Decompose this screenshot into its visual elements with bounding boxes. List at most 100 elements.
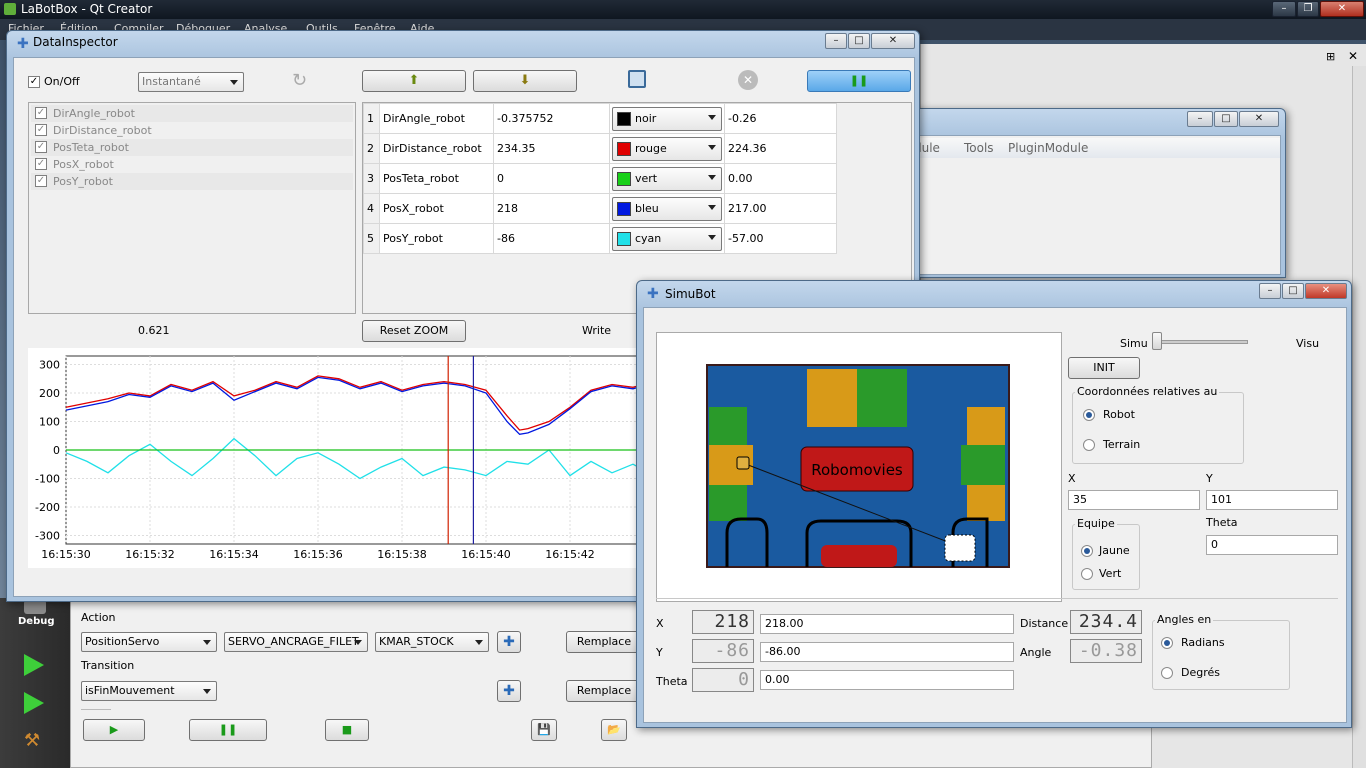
table-row[interactable]: 2 DirDistance_robot 234.35 rouge 224.36 (363, 133, 837, 164)
cell-color[interactable]: noir (609, 103, 725, 134)
cell-color[interactable]: bleu (609, 193, 725, 224)
remplace-transition-button[interactable]: Remplace (566, 680, 642, 702)
angle-lcd: -0.38 (1070, 639, 1142, 663)
bg-close-button[interactable]: ✕ (1239, 111, 1279, 127)
game-board[interactable]: Robomovies (657, 333, 1063, 603)
color-combo[interactable]: vert (612, 166, 722, 191)
bg-maximize-button[interactable]: □ (1214, 111, 1238, 127)
signal-list-item[interactable]: ✓ PosY_robot (31, 173, 353, 190)
servo-combo[interactable]: SERVO_ANCRAGE_FILET (224, 632, 368, 652)
x-input[interactable]: 35 (1068, 490, 1200, 510)
color-combo[interactable]: cyan (612, 226, 722, 251)
jaune-radio-label: Jaune (1099, 544, 1130, 557)
refresh-icon[interactable]: ↻ (292, 70, 307, 91)
signal-checkbox[interactable]: ✓ (35, 141, 47, 153)
cell-color[interactable]: vert (609, 163, 725, 194)
play-button[interactable]: ▶ (83, 719, 145, 741)
add-action-button[interactable]: ✚ (497, 631, 521, 653)
stop-button[interactable]: ■ (325, 719, 369, 741)
signal-list-item[interactable]: ✓ PosTeta_robot (31, 139, 353, 156)
cell-value: -86 (493, 223, 610, 254)
bg-menu-pluginmodule[interactable]: PluginModule (1008, 141, 1088, 155)
signal-checkbox[interactable]: ✓ (35, 124, 47, 136)
simubot-window: ✚ SimuBot – □ ✕ Robomovies Simu Visu INI… (636, 280, 1352, 728)
di-minimize-button[interactable]: – (825, 33, 847, 49)
pause-plot-button[interactable]: ❚❚ (807, 70, 911, 92)
jaune-radio[interactable] (1081, 545, 1093, 557)
run-icon[interactable] (24, 654, 44, 676)
signal-checkbox[interactable]: ✓ (35, 175, 47, 187)
split-icon[interactable]: ⊞ (1326, 50, 1335, 63)
zone-yellow-right (967, 407, 1005, 445)
move-up-button[interactable]: ⬆ (362, 70, 466, 92)
cell-color[interactable]: rouge (609, 133, 725, 164)
board-view[interactable]: Robomovies (656, 332, 1062, 602)
robot-radio[interactable] (1083, 409, 1095, 421)
signal-list-item[interactable]: ✓ PosX_robot (31, 156, 353, 173)
cell-cursor: 224.36 (724, 133, 837, 164)
theta-input[interactable]: 0 (1206, 535, 1338, 555)
bg-menu-tools[interactable]: Tools (964, 141, 994, 155)
kmar-combo[interactable]: KMAR_STOCK (375, 632, 489, 652)
color-combo[interactable]: noir (612, 106, 722, 131)
y-tick-label: 0 (53, 444, 60, 457)
equipe-group: Equipe Jaune Vert (1072, 517, 1140, 590)
degres-radio[interactable] (1161, 667, 1173, 679)
onoff-checkbox[interactable]: ✓ (28, 76, 40, 88)
vert-radio[interactable] (1081, 568, 1093, 580)
save-sequence-button[interactable]: 💾 (531, 719, 557, 741)
debug-label[interactable]: Debug (18, 616, 55, 627)
cell-color[interactable]: cyan (609, 223, 725, 254)
debug-run-icon[interactable] (24, 692, 44, 714)
signal-list-item[interactable]: ✓ DirDistance_robot (31, 122, 353, 139)
simubot-title: SimuBot (665, 287, 716, 301)
reset-zoom-button[interactable]: Reset ZOOM (362, 320, 466, 342)
debug-mode-icon[interactable] (24, 600, 46, 614)
cell-name: DirAngle_robot (379, 103, 494, 134)
add-transition-button[interactable]: ✚ (497, 680, 521, 702)
signal-checkbox[interactable]: ✓ (35, 107, 47, 119)
simu-visu-slider[interactable] (1152, 340, 1248, 344)
color-combo[interactable]: bleu (612, 196, 722, 221)
color-combo[interactable]: rouge (612, 136, 722, 161)
save-icon[interactable] (628, 70, 646, 88)
y-input[interactable]: 101 (1206, 490, 1338, 510)
remove-icon[interactable]: ✕ (738, 70, 758, 90)
zone-green-left (709, 407, 747, 445)
table-row[interactable]: 5 PosY_robot -86 cyan -57.00 (363, 223, 837, 254)
sb-close-button[interactable]: ✕ (1305, 283, 1347, 299)
signal-checkbox[interactable]: ✓ (35, 158, 47, 170)
close-panel-icon[interactable]: ✕ (1348, 49, 1358, 63)
di-close-button[interactable]: ✕ (871, 33, 915, 49)
y-tick-label: -300 (35, 529, 60, 542)
slider-handle[interactable] (1152, 332, 1162, 350)
signal-list-item[interactable]: ✓ DirAngle_robot (31, 105, 353, 122)
remplace-action-button[interactable]: Remplace (566, 631, 642, 653)
table-row[interactable]: 4 PosX_robot 218 bleu 217.00 (363, 193, 837, 224)
row-number: 2 (363, 133, 380, 164)
init-button[interactable]: INIT (1068, 357, 1140, 379)
move-down-button[interactable]: ⬇ (473, 70, 577, 92)
build-hammer-icon[interactable]: ⚒ (24, 730, 46, 752)
sb-maximize-button[interactable]: □ (1282, 283, 1304, 299)
table-row[interactable]: 3 PosTeta_robot 0 vert 0.00 (363, 163, 837, 194)
pause-button[interactable]: ❚❚ (189, 719, 267, 741)
qtcreator-logo-icon (4, 3, 16, 15)
table-row[interactable]: 1 DirAngle_robot -0.375752 noir -0.26 (363, 103, 837, 134)
close-button[interactable]: ✕ (1320, 1, 1364, 17)
terrain-radio[interactable] (1083, 439, 1095, 451)
maximize-button[interactable]: ❐ (1297, 1, 1319, 17)
di-maximize-button[interactable]: □ (848, 33, 870, 49)
open-sequence-button[interactable]: 📂 (601, 719, 627, 741)
sb-minimize-button[interactable]: – (1259, 283, 1281, 299)
action-combo[interactable]: PositionServo (81, 632, 217, 652)
bg-minimize-button[interactable]: – (1187, 111, 1213, 127)
minimize-button[interactable]: – (1272, 1, 1296, 17)
row-number: 4 (363, 193, 380, 224)
cell-value: 218 (493, 193, 610, 224)
right-scrollbar[interactable] (1352, 66, 1366, 768)
radians-radio[interactable] (1161, 637, 1173, 649)
transition-combo[interactable]: isFinMouvement (81, 681, 217, 701)
cell-name: DirDistance_robot (379, 133, 494, 164)
mode-combo[interactable]: Instantané (138, 72, 244, 92)
